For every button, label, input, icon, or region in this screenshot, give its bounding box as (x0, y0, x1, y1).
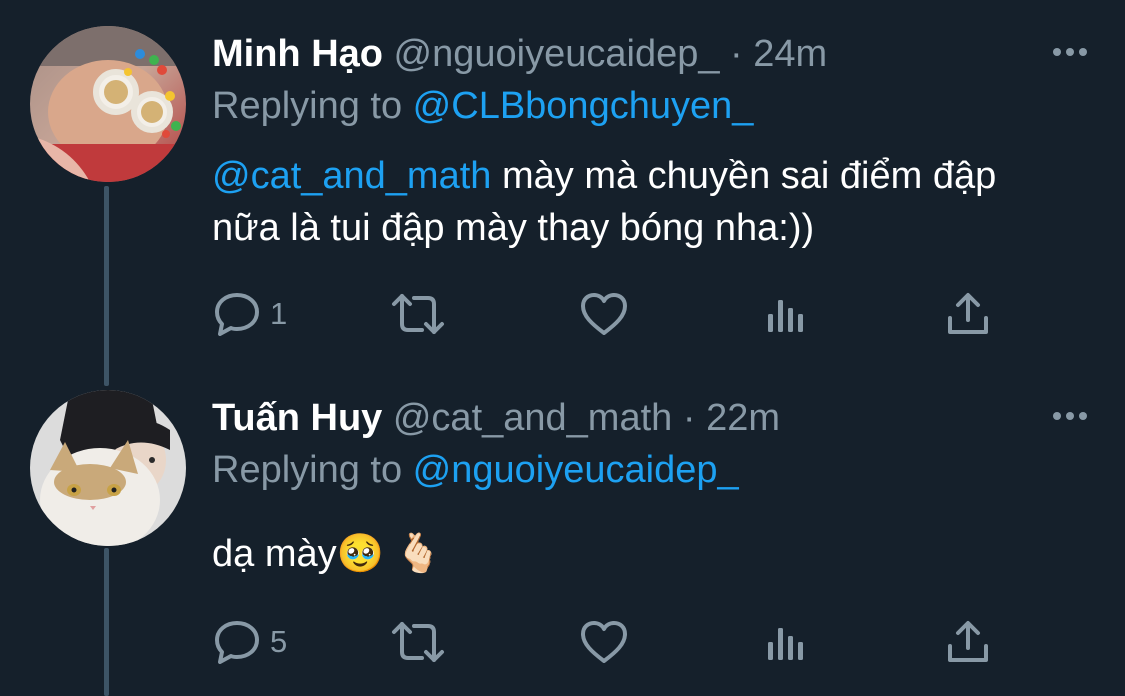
share-icon (948, 621, 988, 662)
share-button[interactable] (944, 290, 992, 338)
tweet[interactable]: Tuấn Huy @cat_and_math · 22m Replying to… (0, 380, 1125, 696)
tweet-text: dạ mày🥹 🫰🏻 (212, 533, 442, 575)
analytics-button[interactable] (764, 618, 808, 666)
user-handle[interactable]: @cat_and_math (393, 397, 672, 439)
share-button[interactable] (944, 618, 992, 666)
like-button[interactable] (580, 290, 628, 338)
action-bar: 1 (212, 290, 1002, 338)
analytics-icon (768, 300, 803, 332)
reply-button[interactable]: 1 (214, 290, 287, 338)
reply-icon (215, 621, 259, 664)
display-name[interactable]: Minh Hạo (212, 33, 383, 75)
more-icon[interactable] (1053, 48, 1087, 56)
action-bar: 5 (212, 618, 1002, 666)
replying-prefix: Replying to (212, 449, 413, 491)
analytics-icon (768, 628, 803, 660)
user-handle[interactable]: @nguoiyeucaidep_ (394, 33, 720, 75)
analytics-button[interactable] (764, 290, 808, 338)
mention-link[interactable]: @cat_and_math (212, 155, 491, 197)
avatar-photo (30, 390, 186, 546)
like-icon (581, 621, 627, 663)
timestamp[interactable]: 24m (753, 33, 827, 75)
retweet-button[interactable] (390, 290, 446, 338)
display-name[interactable]: Tuấn Huy (212, 397, 382, 439)
tweet-header: Tuấn Huy @cat_and_math · 22m (212, 396, 780, 440)
reply-button[interactable]: 5 (214, 618, 287, 666)
reply-icon (215, 293, 259, 336)
replying-to: Replying to @CLBbongchuyen_ (212, 84, 753, 128)
replying-to: Replying to @nguoiyeucaidep_ (212, 448, 739, 492)
retweet-icon (392, 622, 444, 662)
tweet[interactable]: Minh Hạo @nguoiyeucaidep_ · 24m Replying… (0, 0, 1125, 380)
avatar-photo (30, 26, 186, 182)
reply-count: 1 (270, 296, 288, 331)
reply-count: 5 (270, 624, 288, 659)
more-icon[interactable] (1053, 412, 1087, 420)
like-icon (581, 293, 627, 335)
avatar[interactable] (30, 390, 186, 546)
replying-to-link[interactable]: @CLBbongchuyen_ (413, 85, 754, 127)
retweet-button[interactable] (390, 618, 446, 666)
retweet-icon (392, 294, 444, 334)
timestamp[interactable]: 22m (706, 397, 780, 439)
tweet-header: Minh Hạo @nguoiyeucaidep_ · 24m (212, 32, 827, 76)
replying-prefix: Replying to (212, 85, 413, 127)
tweet-text: @cat_and_math mày mà chuyền sai điểm đập… (212, 150, 1072, 254)
avatar[interactable] (30, 26, 186, 182)
separator: · (730, 33, 743, 75)
like-button[interactable] (580, 618, 628, 666)
separator: · (682, 397, 696, 439)
replying-to-link[interactable]: @nguoiyeucaidep_ (413, 449, 739, 491)
share-icon (948, 293, 988, 334)
